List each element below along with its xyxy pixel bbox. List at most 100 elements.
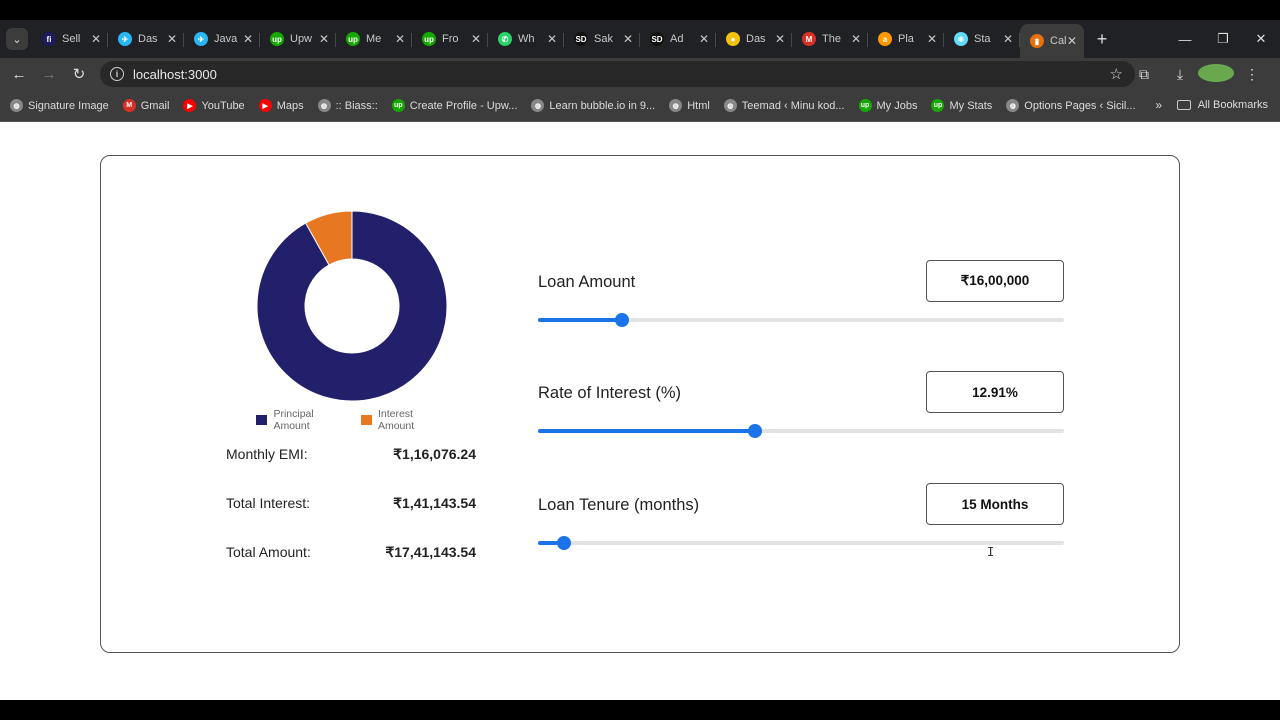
more-bookmarks-icon[interactable]: » xyxy=(1155,98,1162,112)
rate-of-interest-slider-thumb[interactable] xyxy=(748,424,763,438)
bookmark-item[interactable]: ◍ Teemad ‹ Minu kod... xyxy=(723,99,845,112)
extensions-icon[interactable]: ⧉ xyxy=(1126,66,1162,83)
loan-amount-label: Loan Amount xyxy=(538,273,636,291)
bookmark-item[interactable]: ▶ YouTube xyxy=(183,99,245,112)
bookmark-item[interactable]: ◍ Signature Image xyxy=(10,99,109,112)
loan-tenure-slider-thumb[interactable] xyxy=(557,536,572,550)
close-tab-icon[interactable]: ✕ xyxy=(774,32,786,46)
loan-tenure-input[interactable]: 15 Months xyxy=(926,483,1064,525)
summary-row-total-interest: Total Interest: ₹1,41,143.54 xyxy=(226,495,476,544)
whatsapp-icon: ✆ xyxy=(498,32,512,46)
forward-arrow-icon[interactable]: → xyxy=(34,66,64,83)
rate-of-interest-slider[interactable] xyxy=(538,424,1064,438)
loan-amount-input[interactable]: ₹16,00,000 xyxy=(926,260,1064,302)
youtube-icon: ▶ xyxy=(258,99,272,112)
close-tab-icon[interactable]: ✕ xyxy=(166,32,178,46)
address-bar[interactable]: i localhost:3000 ☆ xyxy=(100,61,1135,87)
page-content: Principal Amount Interest Amount Monthly… xyxy=(0,122,1280,700)
bookmark-item[interactable]: ◍ Html xyxy=(669,99,710,112)
bookmark-list: ◍ Signature Image M Gmail ▶ YouTube ▶ Maps ◍:: B… xyxy=(10,99,1150,112)
bookmark-item[interactable]: up Create Profile - Upw... xyxy=(391,99,517,112)
close-tab-icon[interactable]: ✕ xyxy=(698,32,710,46)
bookmark-item[interactable]: up My Jobs xyxy=(858,99,917,112)
bookmark-label: Options Pages ‹ Sicil... xyxy=(1024,99,1136,112)
close-tab-icon[interactable]: ✕ xyxy=(546,32,558,46)
bookmark-item[interactable]: ◍:: Biass:: xyxy=(317,99,378,112)
more-menu-icon[interactable]: ⋮ xyxy=(1234,66,1270,83)
tab-0[interactable]: fi Sell ✕ xyxy=(32,24,108,54)
bookmark-item[interactable]: ◍ Options Pages ‹ Sicil... xyxy=(1006,99,1136,112)
close-window-icon[interactable]: ✕ xyxy=(1242,31,1280,47)
bookmark-label: Learn bubble.io in 9... xyxy=(549,99,656,112)
tab-active[interactable]: ▮ Cal ✕ xyxy=(1020,24,1084,58)
close-tab-icon[interactable]: ✕ xyxy=(1002,32,1014,46)
tab-title: Java xyxy=(214,33,238,45)
bookmark-item[interactable]: M Gmail xyxy=(122,99,169,112)
close-tab-icon[interactable]: ✕ xyxy=(318,32,330,46)
close-tab-icon[interactable]: ✕ xyxy=(394,32,406,46)
tab-11[interactable]: a Pla ✕ xyxy=(868,24,944,54)
all-bookmarks-button[interactable]: All Bookmarks xyxy=(1176,99,1268,111)
restore-icon[interactable]: ❐ xyxy=(1204,31,1242,47)
tab-1[interactable]: ✈ Das ✕ xyxy=(108,24,184,54)
loan-amount-slider-thumb[interactable] xyxy=(615,313,630,327)
close-tab-icon[interactable]: ✕ xyxy=(242,32,254,46)
legend-interest[interactable]: Interest Amount xyxy=(360,408,448,432)
close-tab-icon[interactable]: ✕ xyxy=(926,32,938,46)
bookmark-item[interactable]: ◍ Learn bubble.io in 9... xyxy=(531,99,655,112)
new-tab-button[interactable]: + xyxy=(1090,29,1114,50)
tab-8[interactable]: SD Ad ✕ xyxy=(640,24,716,54)
loan-amount-slider[interactable] xyxy=(538,313,1064,327)
tab-7[interactable]: SD Sak ✕ xyxy=(564,24,640,54)
screen-bottom-border xyxy=(0,700,1280,720)
tab-12[interactable]: ⚛ Sta ✕ xyxy=(944,24,1020,54)
globe-icon: ◍ xyxy=(317,99,331,112)
tab-9[interactable]: ● Das ✕ xyxy=(716,24,792,54)
url-text: localhost:3000 xyxy=(133,66,217,82)
monthly-emi-value: ₹1,16,076.24 xyxy=(393,446,476,462)
tab-title: Me xyxy=(366,33,382,45)
close-tab-icon[interactable]: ✕ xyxy=(850,32,862,46)
tab-3[interactable]: up Upw ✕ xyxy=(260,24,336,54)
bookmark-star-icon[interactable]: ☆ xyxy=(1110,65,1123,83)
legend-principal-label: Principal Amount xyxy=(273,408,314,432)
tab-list: fi Sell ✕ ✈ Das ✕ ✈ Java ✕ up Upw ✕ up Me ✕ up Fro ✕ ✆ Wh ✕ S… xyxy=(32,20,1084,58)
tab-2[interactable]: ✈ Java ✕ xyxy=(184,24,260,54)
tab-10[interactable]: M The ✕ xyxy=(792,24,868,54)
tab-5[interactable]: up Fro ✕ xyxy=(412,24,488,54)
bookmark-item[interactable]: ▶ Maps xyxy=(258,99,304,112)
globe-icon: ◍ xyxy=(531,99,545,112)
minimize-icon[interactable]: — xyxy=(1166,32,1204,47)
tab-4[interactable]: up Me ✕ xyxy=(336,24,412,54)
close-tab-icon[interactable]: ✕ xyxy=(470,32,482,46)
loan-tenure-slider[interactable] xyxy=(538,536,1064,550)
tab-search-button[interactable]: ⌄ xyxy=(6,28,28,50)
tab-title: Das xyxy=(138,33,158,45)
close-tab-icon[interactable]: ✕ xyxy=(622,32,634,46)
close-tab-icon[interactable]: ✕ xyxy=(1066,34,1078,48)
loan-tenure-label: Loan Tenure (months) xyxy=(538,496,700,514)
summary-row-total-amount: Total Amount: ₹17,41,143.54 xyxy=(226,544,476,593)
sd-icon: SD xyxy=(650,32,664,46)
folder-icon xyxy=(1176,100,1191,110)
tab-title: Fro xyxy=(442,33,459,45)
rate-of-interest-input[interactable]: 12.91% xyxy=(926,371,1064,413)
legend-principal[interactable]: Principal Amount xyxy=(256,408,349,432)
bookmark-label: Teemad ‹ Minu kod... xyxy=(741,99,845,112)
upwork-icon: up xyxy=(858,99,872,112)
toolbar-actions: ⧉ ⤓ ⋮ xyxy=(1126,58,1270,90)
tab-title: Upw xyxy=(290,33,313,45)
chart-legend: Principal Amount Interest Amount xyxy=(256,408,448,432)
reload-icon[interactable]: ↻ xyxy=(64,65,94,83)
navigation-bar: ← → ↻ i localhost:3000 ☆ ⧉ ⤓ ⋮ xyxy=(0,58,1280,90)
back-arrow-icon[interactable]: ← xyxy=(4,66,34,83)
tab-6[interactable]: ✆ Wh ✕ xyxy=(488,24,564,54)
sd-icon: SD xyxy=(574,32,588,46)
tab-title: Sta xyxy=(974,33,991,45)
bookmark-item[interactable]: up My Stats xyxy=(931,99,992,112)
download-icon[interactable]: ⤓ xyxy=(1162,66,1198,83)
profile-avatar[interactable] xyxy=(1198,63,1234,85)
gmail-icon: M xyxy=(122,99,136,112)
site-info-icon[interactable]: i xyxy=(110,67,124,81)
close-tab-icon[interactable]: ✕ xyxy=(90,32,102,46)
